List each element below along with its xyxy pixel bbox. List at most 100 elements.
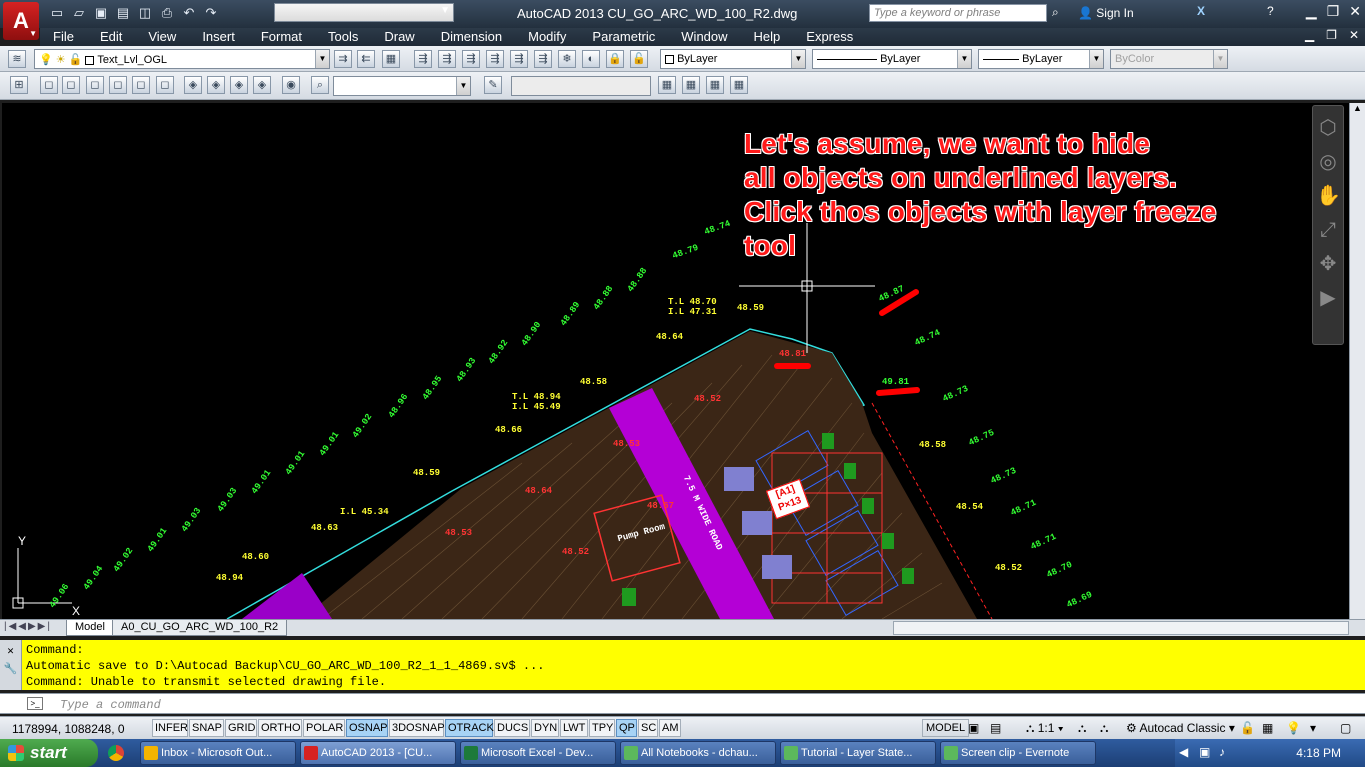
- command-prompt-icon[interactable]: >_: [27, 697, 43, 710]
- task-autocad[interactable]: AutoCAD 2013 - [CU...: [300, 741, 456, 765]
- minimize-icon[interactable]: ▁: [1306, 3, 1317, 20]
- tray-expand-icon[interactable]: ◀: [1179, 745, 1188, 759]
- text-style-icon[interactable]: ✎: [484, 76, 502, 94]
- toggle-otrack[interactable]: OTRACK: [445, 719, 494, 737]
- top-view-icon[interactable]: ◻: [40, 76, 58, 94]
- clock-display[interactable]: 4:18 PM: [1296, 746, 1341, 760]
- orbit-icon[interactable]: ✥: [1316, 252, 1340, 276]
- redo-icon[interactable]: ↷: [202, 5, 220, 21]
- toggle-grid[interactable]: GRID: [225, 719, 257, 737]
- task-outlook[interactable]: Inbox - Microsoft Out...: [140, 741, 296, 765]
- sign-in-button[interactable]: 👤 Sign In: [1078, 6, 1134, 20]
- search-input[interactable]: Type a keyword or phrase: [869, 4, 1047, 22]
- isolate-objects-icon[interactable]: 💡: [1286, 721, 1301, 735]
- vertical-scrollbar[interactable]: ▲: [1349, 103, 1365, 619]
- toggle-ducs[interactable]: DUCS: [494, 719, 530, 737]
- layer-dropdown[interactable]: 💡 ☀ 🔓 Text_Lvl_OGL ▼: [34, 49, 330, 69]
- viewcube-icon[interactable]: ⬡: [1316, 116, 1340, 140]
- open-file-icon[interactable]: ▱: [70, 5, 88, 21]
- make-current-icon[interactable]: ⇉: [334, 50, 352, 68]
- task-evernote-tutorial[interactable]: Tutorial - Layer State...: [780, 741, 936, 765]
- color-dropdown[interactable]: ByLayer ▼: [660, 49, 806, 69]
- pan-icon[interactable]: ✋: [1316, 184, 1341, 208]
- task-evernote-clip[interactable]: Screen clip - Evernote: [940, 741, 1096, 765]
- zoom-extents-icon[interactable]: ⤢: [1316, 218, 1340, 242]
- tab-navigation-arrows[interactable]: |◀◀▶▶|: [4, 621, 52, 632]
- toggle-lwt[interactable]: LWT: [560, 719, 588, 737]
- help-icon[interactable]: ?: [1267, 4, 1274, 18]
- workspace-dropdown[interactable]: ▼: [274, 3, 454, 22]
- restore-icon[interactable]: ❐: [1327, 3, 1340, 20]
- toggle-3dosnap[interactable]: 3DOSNAP: [389, 719, 445, 737]
- toggle-dyn[interactable]: DYN: [531, 719, 559, 737]
- volume-icon[interactable]: ♪: [1219, 745, 1225, 759]
- plotstyle-dropdown[interactable]: ByColor ▼: [1110, 49, 1228, 69]
- view-dropdown[interactable]: ▼: [333, 76, 471, 96]
- menu-file[interactable]: File: [40, 28, 87, 46]
- layer-change-icon[interactable]: ⇶: [438, 50, 456, 68]
- layer-properties-icon[interactable]: ≋: [8, 50, 26, 68]
- save-as-icon[interactable]: ▤: [114, 5, 132, 21]
- annotation-visibility-icon[interactable]: ⛬: [1078, 721, 1086, 736]
- toggle-snap[interactable]: SNAP: [189, 719, 224, 737]
- menu-parametric[interactable]: Parametric: [579, 28, 668, 46]
- command-input[interactable]: Type a command: [60, 698, 161, 712]
- clean-screen-icon[interactable]: ▢: [1340, 721, 1351, 735]
- menu-format[interactable]: Format: [248, 28, 315, 46]
- layer-states-icon[interactable]: ▦: [382, 50, 400, 68]
- front-view-icon[interactable]: ◻: [132, 76, 150, 94]
- layer-off-icon[interactable]: ◐: [582, 50, 600, 68]
- toggle-am[interactable]: AM: [659, 719, 681, 737]
- text-input-box[interactable]: [511, 76, 651, 96]
- quick-view-drawings-icon[interactable]: ▤: [990, 721, 1001, 735]
- wrench-icon[interactable]: 🔧: [0, 662, 21, 676]
- left-view-icon[interactable]: ◻: [86, 76, 104, 94]
- menu-dimension[interactable]: Dimension: [428, 28, 515, 46]
- doc-close-icon[interactable]: ✕: [1349, 28, 1359, 42]
- linetype-dropdown[interactable]: ByLayer ▼: [812, 49, 972, 69]
- close-icon[interactable]: ✕: [0, 644, 21, 658]
- nw-iso-icon[interactable]: ◈: [253, 76, 271, 94]
- named-views-icon[interactable]: ⊞: [10, 76, 28, 94]
- camera-icon[interactable]: ◉: [282, 76, 300, 94]
- ne-iso-icon[interactable]: ◈: [230, 76, 248, 94]
- steering-wheel-icon[interactable]: ◎: [1316, 150, 1340, 174]
- toggle-infer[interactable]: INFER: [152, 719, 188, 737]
- plot-preview-icon[interactable]: ◫: [136, 5, 154, 21]
- close-icon[interactable]: ✕: [1349, 3, 1361, 20]
- toggle-qp[interactable]: QP: [616, 719, 637, 737]
- toggle-polar[interactable]: POLAR: [303, 719, 345, 737]
- quick-view-layouts-icon[interactable]: ▣: [968, 721, 979, 735]
- workspace-switcher[interactable]: ⚙ Autocad Classic ▾: [1126, 721, 1235, 735]
- layer-freeze-icon[interactable]: ❄: [558, 50, 576, 68]
- zoom-icon[interactable]: ⌕: [311, 76, 329, 94]
- print-icon[interactable]: ⎙: [158, 5, 176, 21]
- layer-isolate-icon[interactable]: ⇶: [462, 50, 480, 68]
- model-space-button[interactable]: MODEL: [922, 719, 970, 737]
- menu-draw[interactable]: Draw: [371, 28, 427, 46]
- layer-walk-icon[interactable]: ⇶: [510, 50, 528, 68]
- menu-tools[interactable]: Tools: [315, 28, 371, 46]
- horizontal-scrollbar[interactable]: [893, 621, 1349, 635]
- layer-merge-icon[interactable]: ⇶: [534, 50, 552, 68]
- se-iso-icon[interactable]: ◈: [207, 76, 225, 94]
- start-button[interactable]: start: [0, 739, 98, 767]
- undo-icon[interactable]: ↶: [180, 5, 198, 21]
- toggle-osnap[interactable]: OSNAP: [346, 719, 388, 737]
- menu-modify[interactable]: Modify: [515, 28, 579, 46]
- sw-iso-icon[interactable]: ◈: [184, 76, 202, 94]
- bottom-view-icon[interactable]: ◻: [62, 76, 80, 94]
- task-excel[interactable]: Microsoft Excel - Dev...: [460, 741, 616, 765]
- text-tool-4-icon[interactable]: ▦: [730, 76, 748, 94]
- tab-layout[interactable]: A0_CU_GO_ARC_WD_100_R2: [112, 620, 288, 636]
- text-tool-1-icon[interactable]: ▦: [658, 76, 676, 94]
- toolbar-lock-icon[interactable]: 🔓: [1240, 721, 1255, 735]
- layer-lock-icon[interactable]: 🔒: [606, 50, 624, 68]
- showmotion-icon[interactable]: ▶: [1316, 286, 1340, 310]
- hardware-acceleration-icon[interactable]: ▦: [1262, 721, 1273, 735]
- back-view-icon[interactable]: ◻: [156, 76, 174, 94]
- toggle-ortho[interactable]: ORTHO: [258, 719, 302, 737]
- lineweight-dropdown[interactable]: ByLayer ▼: [978, 49, 1104, 69]
- save-icon[interactable]: ▣: [92, 5, 110, 21]
- menu-insert[interactable]: Insert: [189, 28, 248, 46]
